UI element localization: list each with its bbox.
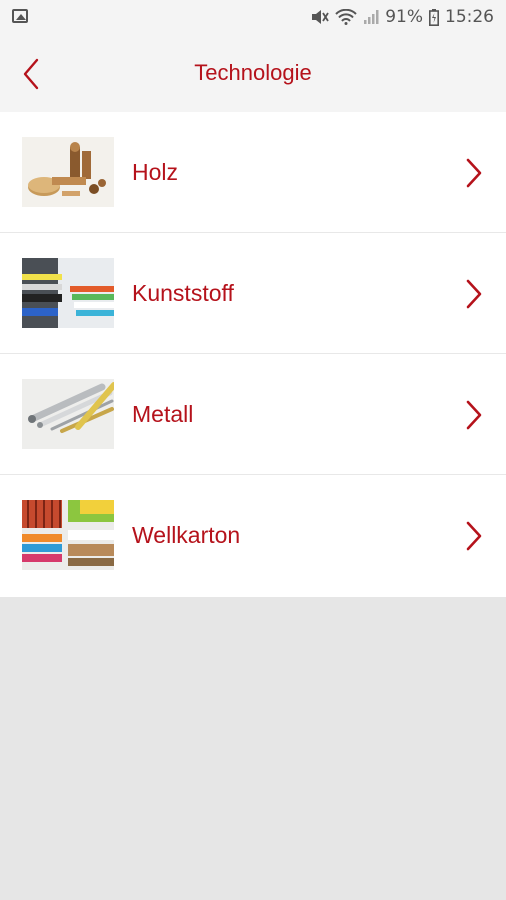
list-item-label: Metall <box>132 401 194 427</box>
list-item-holz[interactable]: Holz <box>0 112 506 233</box>
page-title: Technologie <box>194 60 312 85</box>
chevron-right-icon <box>466 400 482 430</box>
chevron-right-icon <box>466 158 482 188</box>
app-header: Technologie <box>0 36 506 112</box>
corrugated-cardboard-thumbnail <box>22 500 114 570</box>
wood-thumbnail <box>22 137 114 207</box>
battery-icon <box>429 8 439 26</box>
list-item-kunststoff[interactable]: Kunststoff <box>0 233 506 354</box>
signal-icon <box>364 10 379 24</box>
battery-percent: 91% <box>385 7 423 27</box>
category-list: Holz Kunststoff Metall Wellkarton <box>0 112 506 597</box>
plastic-thumbnail <box>22 258 114 328</box>
list-item-label: Holz <box>132 159 179 185</box>
chevron-right-icon <box>466 279 482 309</box>
list-item-label: Wellkarton <box>132 522 241 548</box>
status-bar: 91% 15:26 <box>0 0 506 36</box>
chevron-right-icon <box>466 521 482 551</box>
image-icon <box>12 9 28 23</box>
list-item-metall[interactable]: Metall <box>0 354 506 475</box>
list-item-wellkarton[interactable]: Wellkarton <box>0 475 506 597</box>
clock: 15:26 <box>445 7 494 27</box>
wifi-icon <box>335 9 357 25</box>
mute-icon <box>312 10 329 24</box>
list-item-label: Kunststoff <box>132 280 234 306</box>
metal-thumbnail <box>22 379 114 449</box>
